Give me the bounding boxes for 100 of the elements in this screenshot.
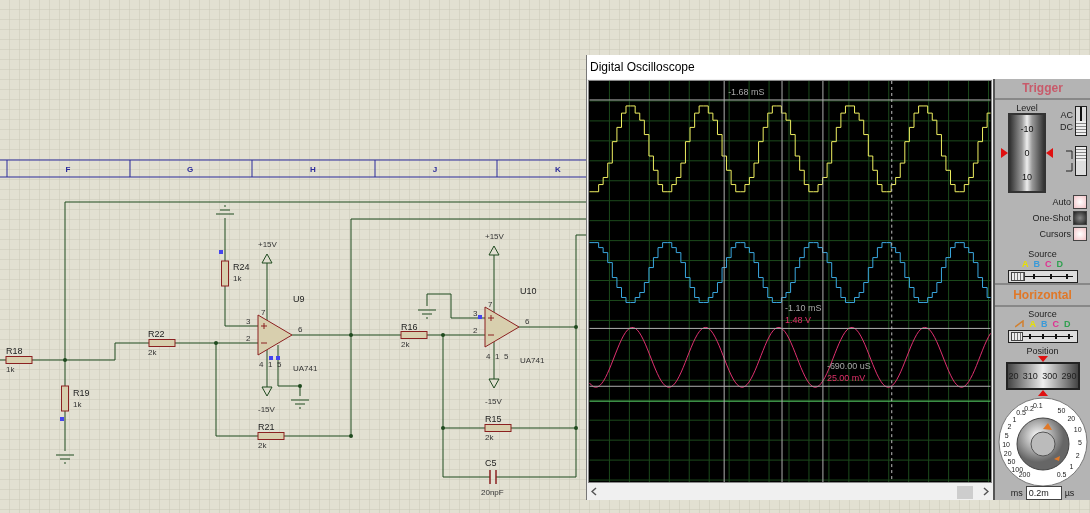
slider-thumb[interactable] [1010, 332, 1024, 341]
window-title: Digital Oscilloscope [590, 60, 695, 74]
cursor-value-readout: 1.48 V [785, 315, 811, 326]
junction-dot [63, 358, 67, 362]
cursor-line[interactable] [589, 385, 991, 387]
junction-dot [214, 341, 218, 345]
button-label: One-Shot [1032, 212, 1071, 223]
cursor-line[interactable] [723, 80, 725, 483]
supply-label: +15V [258, 240, 277, 249]
timebase-field[interactable]: 0.2m [1025, 486, 1062, 500]
column-header: G [186, 165, 194, 174]
power-terminal-icon [488, 378, 500, 389]
cursor-time-readout: -1.68 mS [728, 86, 765, 97]
capacitor [489, 469, 497, 485]
toggle-button[interactable] [1073, 194, 1087, 209]
component-label: R18 [6, 346, 23, 356]
resistor [221, 260, 229, 287]
level-drum[interactable]: -10 0 10 [1008, 112, 1046, 193]
supply-label: +15V [485, 232, 504, 241]
resistor [400, 331, 428, 339]
edge-switch[interactable] [1075, 145, 1087, 176]
chevron-right-icon [983, 487, 989, 496]
op-amp-symbol [484, 306, 520, 348]
pin-number: 1 [268, 360, 273, 369]
pin-number: 1 [495, 352, 500, 361]
column-header: H [310, 165, 316, 174]
switch-thumb[interactable] [1076, 120, 1086, 135]
toggle-button[interactable] [1073, 210, 1087, 225]
power-terminal-icon [488, 245, 500, 256]
pin-number: 2 [473, 326, 478, 335]
channel-label: B [1041, 319, 1048, 329]
component-label: U10 [520, 286, 537, 296]
component-value: 2k [485, 433, 494, 442]
slider-thumb[interactable] [1010, 271, 1025, 281]
pin-number: 4 [259, 360, 264, 369]
scale-label: 10 [1022, 171, 1032, 182]
scale-label: 300 [1042, 371, 1058, 381]
section-title: Horizontal [995, 282, 1090, 307]
unit-label: ms [1010, 488, 1023, 498]
resistor [61, 385, 69, 412]
cursor-line[interactable] [589, 327, 991, 329]
op-amp-symbol [257, 314, 293, 356]
pin-number: 3 [246, 317, 251, 326]
channel-label: C [1052, 319, 1059, 329]
resistor [148, 339, 176, 347]
button-label: Cursors [1039, 228, 1071, 239]
ground-symbol [290, 399, 310, 409]
column-header: F [65, 165, 71, 174]
resistor [5, 356, 33, 364]
junction-dot [349, 333, 353, 337]
source-slider[interactable] [1007, 330, 1078, 343]
component-value: 2k [258, 441, 267, 450]
channel-label: D [1056, 258, 1063, 269]
toggle-button[interactable] [1073, 226, 1087, 241]
control-label: Level [1016, 102, 1038, 113]
edge-icon [1065, 148, 1073, 173]
pointer-icon [1037, 356, 1048, 362]
source-slider[interactable] [1007, 269, 1078, 283]
switch-thumb[interactable] [1076, 146, 1086, 161]
pin-marker [478, 315, 482, 319]
position-drum[interactable]: 20 310 300 290 [1005, 362, 1080, 390]
component-label: R21 [258, 422, 275, 432]
junction-dot [574, 426, 578, 430]
component-label: R24 [233, 262, 250, 272]
scale-label: 20 [1008, 371, 1019, 381]
component-value: UA741 [293, 364, 318, 373]
pin-marker [60, 417, 64, 421]
pin-number: 6 [298, 325, 303, 334]
power-terminal-icon [261, 253, 273, 264]
pin-number: 6 [525, 317, 530, 326]
switch-label: DC [1060, 121, 1073, 132]
component-label: R16 [401, 322, 418, 332]
pin-number: 7 [261, 308, 266, 317]
button-label: Auto [1052, 196, 1071, 207]
junction-dot [298, 384, 302, 388]
component-value: UA741 [520, 356, 545, 365]
pointer-icon [1037, 390, 1048, 396]
scale-label: -10 [1020, 123, 1034, 134]
pin-number: 3 [473, 309, 478, 318]
component-label: U9 [293, 294, 305, 304]
component-label: R22 [148, 329, 165, 339]
column-header: J [432, 165, 438, 174]
channel-label: C [1045, 258, 1052, 269]
ground-symbol [417, 309, 437, 319]
pin-number: 7 [488, 300, 493, 309]
component-value: 2k [401, 340, 410, 349]
component-label: R15 [485, 414, 502, 424]
coupling-switch[interactable] [1075, 105, 1087, 136]
component-value: 1k [233, 274, 242, 283]
component-label: R19 [73, 388, 90, 398]
resistor [257, 432, 285, 440]
cursor-value-readout: 25.00 mV [826, 373, 866, 384]
scale-label: 290 [1061, 371, 1077, 381]
control-label: Source [1028, 248, 1057, 259]
pin-number: 5 [277, 360, 282, 369]
switch-label: AC [1060, 109, 1073, 120]
pointer-icon [1001, 147, 1008, 158]
column-header: K [555, 165, 561, 174]
scrollbar-thumb[interactable] [957, 485, 973, 499]
cursor-line[interactable] [822, 80, 824, 483]
